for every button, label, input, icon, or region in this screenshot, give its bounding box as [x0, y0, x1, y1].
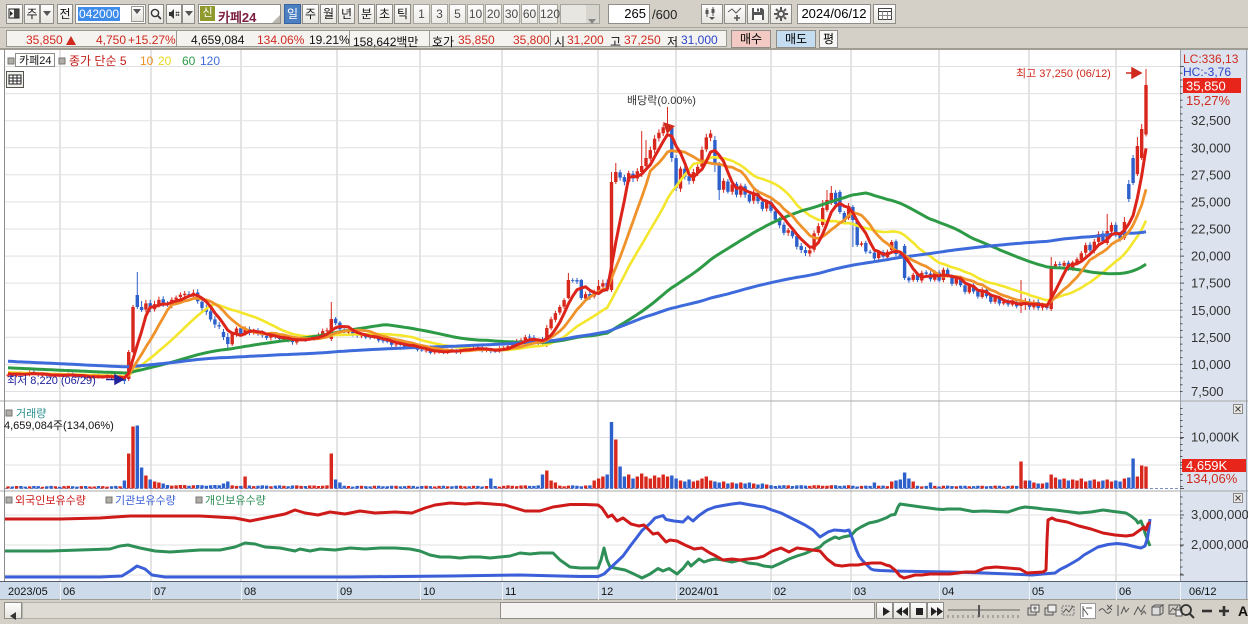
svg-text:11: 11 [505, 586, 516, 598]
svg-text:12: 12 [601, 586, 613, 598]
svg-text:134,06%: 134,06% [1186, 471, 1238, 486]
svg-text:05: 05 [1032, 586, 1044, 598]
svg-text:06: 06 [63, 586, 75, 598]
svg-text:20: 20 [158, 54, 172, 68]
svg-text:03: 03 [854, 586, 866, 598]
svg-text:외국인보유수량: 외국인보유수량 [15, 494, 86, 507]
svg-text:12,500: 12,500 [1191, 330, 1231, 345]
svg-text:07: 07 [154, 586, 166, 598]
svg-text:06: 06 [1119, 586, 1131, 598]
svg-text:2023/05: 2023/05 [8, 586, 48, 598]
svg-text:종가 단순 5: 종가 단순 5 [69, 54, 127, 68]
svg-text:15,000: 15,000 [1191, 303, 1231, 318]
svg-text:35,850: 35,850 [1186, 79, 1226, 94]
svg-text:02: 02 [774, 586, 786, 598]
svg-text:32,500: 32,500 [1191, 113, 1231, 128]
svg-text:LC:336,13: LC:336,13 [1183, 52, 1239, 66]
svg-text:2024/01: 2024/01 [679, 586, 719, 598]
svg-text:HC:-3,76: HC:-3,76 [1183, 65, 1231, 79]
svg-text:10: 10 [423, 586, 435, 598]
svg-text:30,000: 30,000 [1191, 140, 1231, 155]
svg-text:06/12: 06/12 [1189, 586, 1217, 598]
svg-text:3,000,000: 3,000,000 [1191, 507, 1248, 522]
svg-text:최저 8,220 (06/29): 최저 8,220 (06/29) [7, 374, 96, 387]
svg-text:08: 08 [244, 586, 256, 598]
svg-text:10: 10 [140, 54, 154, 68]
svg-text:7,500: 7,500 [1191, 384, 1224, 399]
svg-text:04: 04 [942, 586, 954, 598]
svg-text:17,500: 17,500 [1191, 276, 1231, 291]
svg-text:25,000: 25,000 [1191, 194, 1231, 209]
svg-text:22,500: 22,500 [1191, 222, 1231, 237]
svg-text:카페24: 카페24 [19, 54, 51, 67]
svg-text:09: 09 [340, 586, 352, 598]
svg-text:개인보유수량: 개인보유수량 [205, 494, 266, 507]
svg-text:60: 60 [182, 54, 196, 68]
svg-text:20,000: 20,000 [1191, 249, 1231, 264]
svg-text:A: A [1238, 603, 1248, 619]
svg-text:4,659,084주(134,06%): 4,659,084주(134,06%) [4, 420, 114, 432]
svg-text:배당락(0.00%): 배당락(0.00%) [627, 94, 696, 107]
svg-text:10,000: 10,000 [1191, 357, 1231, 372]
svg-text:27,500: 27,500 [1191, 167, 1231, 182]
svg-text:최고 37,250 (06/12): 최고 37,250 (06/12) [1016, 67, 1111, 80]
svg-text:15,27%: 15,27% [1186, 93, 1231, 108]
svg-text:기관보유수량: 기관보유수량 [115, 494, 176, 507]
svg-text:120: 120 [200, 54, 220, 68]
svg-text:2,000,000: 2,000,000 [1191, 537, 1248, 552]
svg-text:10,000K: 10,000K [1191, 430, 1240, 445]
svg-text:거래량: 거래량 [16, 407, 46, 420]
